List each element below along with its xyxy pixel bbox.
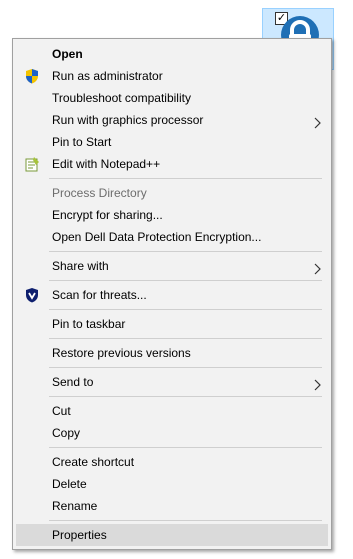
menu-separator xyxy=(49,447,322,448)
menu-item-run-as-administrator[interactable]: Run as administrator xyxy=(16,65,328,87)
menu-item-label: Pin to Start xyxy=(52,135,112,149)
menu-item-label: Troubleshoot compatibility xyxy=(52,91,191,105)
chevron-right-icon xyxy=(314,376,322,391)
menu-item-label: Properties xyxy=(52,528,107,542)
menu-item-label: Cut xyxy=(52,404,71,418)
menu-item-label: Encrypt for sharing... xyxy=(52,208,163,222)
menu-item-label: Pin to taskbar xyxy=(52,317,126,331)
menu-item-send-to[interactable]: Send to xyxy=(16,371,328,393)
menu-item-label: Delete xyxy=(52,477,87,491)
menu-item-properties[interactable]: Properties xyxy=(16,524,328,546)
chevron-right-icon xyxy=(314,260,322,275)
menu-item-cut[interactable]: Cut xyxy=(16,400,328,422)
desktop: ✓ Open Run as administrator Troubleshoot c… xyxy=(0,0,353,559)
menu-item-pin-to-taskbar[interactable]: Pin to taskbar xyxy=(16,313,328,335)
menu-item-label: Open xyxy=(52,47,83,61)
menu-item-create-shortcut[interactable]: Create shortcut xyxy=(16,451,328,473)
menu-separator xyxy=(49,396,322,397)
menu-item-label: Restore previous versions xyxy=(52,346,191,360)
menu-item-label: Create shortcut xyxy=(52,455,135,469)
menu-separator xyxy=(49,178,322,179)
menu-item-label: Scan for threats... xyxy=(52,288,147,302)
menu-item-run-with-graphics-processor[interactable]: Run with graphics processor xyxy=(16,109,328,131)
menu-separator xyxy=(49,280,322,281)
menu-separator xyxy=(49,367,322,368)
menu-item-label: Send to xyxy=(52,375,94,389)
menu-item-share-with[interactable]: Share with xyxy=(16,255,328,277)
menu-item-delete[interactable]: Delete xyxy=(16,473,328,495)
menu-item-pin-to-start[interactable]: Pin to Start xyxy=(16,131,328,153)
uac-shield-icon xyxy=(24,68,40,84)
menu-item-process-directory: Process Directory xyxy=(16,182,328,204)
context-menu: Open Run as administrator Troubleshoot com… xyxy=(12,38,332,550)
menu-item-label: Rename xyxy=(52,499,98,513)
menu-item-copy[interactable]: Copy xyxy=(16,422,328,444)
menu-item-label: Run as administrator xyxy=(52,69,163,83)
menu-separator xyxy=(49,251,322,252)
chevron-right-icon xyxy=(314,114,322,129)
menu-item-label: Open Dell Data Protection Encryption... xyxy=(52,230,262,244)
menu-item-label: Run with graphics processor xyxy=(52,113,204,127)
menu-item-open-dell-data-protection-encryption[interactable]: Open Dell Data Protection Encryption... xyxy=(16,226,328,248)
menu-item-troubleshoot-compatibility[interactable]: Troubleshoot compatibility xyxy=(16,87,328,109)
menu-item-scan-for-threats[interactable]: Scan for threats... xyxy=(16,284,328,306)
menu-item-label: Share with xyxy=(52,259,109,273)
notepadpp-icon xyxy=(24,156,40,172)
defender-shield-icon xyxy=(24,287,40,303)
menu-item-edit-with-notepad[interactable]: Edit with Notepad++ xyxy=(16,153,328,175)
menu-item-label: Copy xyxy=(52,426,81,440)
menu-separator xyxy=(49,338,322,339)
menu-separator xyxy=(49,520,322,521)
menu-item-label: Process Directory xyxy=(52,186,147,200)
menu-item-label: Edit with Notepad++ xyxy=(52,157,161,171)
menu-item-encrypt-for-sharing[interactable]: Encrypt for sharing... xyxy=(16,204,328,226)
menu-item-open[interactable]: Open xyxy=(16,43,328,65)
menu-separator xyxy=(49,309,322,310)
menu-item-rename[interactable]: Rename xyxy=(16,495,328,517)
menu-item-restore-previous-versions[interactable]: Restore previous versions xyxy=(16,342,328,364)
